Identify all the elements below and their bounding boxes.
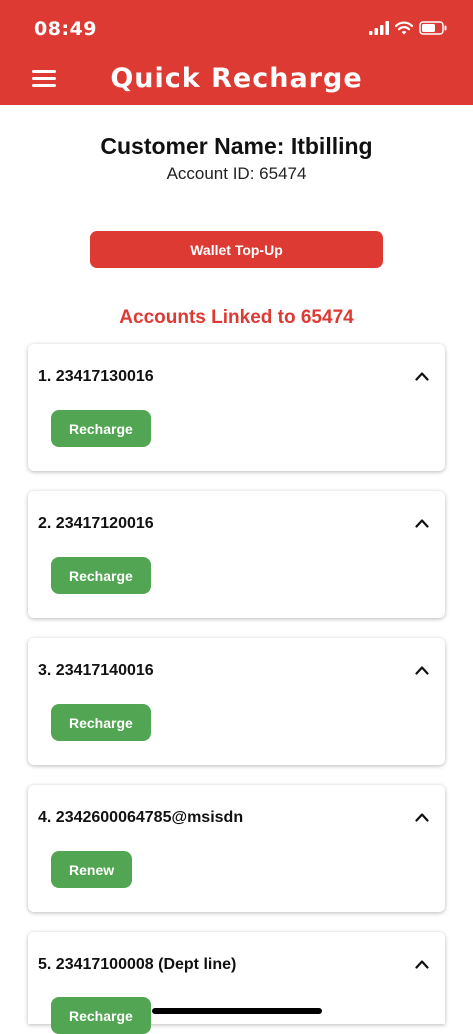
chevron-up-icon[interactable] <box>415 371 429 381</box>
account-card: 2. 23417120016 Recharge <box>28 491 445 618</box>
cellular-signal-icon <box>369 21 389 35</box>
recharge-button[interactable]: Recharge <box>51 557 151 594</box>
account-card: 1. 23417130016 Recharge <box>28 344 445 471</box>
account-number: 3. 23417140016 <box>38 662 154 679</box>
account-card: 3. 23417140016 Recharge <box>28 638 445 765</box>
status-time: 08:49 <box>34 18 97 40</box>
page-title: Quick Recharge <box>110 63 363 94</box>
account-number: 1. 23417130016 <box>38 368 154 385</box>
customer-name: Customer Name: Itbilling <box>100 133 373 159</box>
recharge-button[interactable]: Recharge <box>51 997 151 1034</box>
account-number: 2. 23417120016 <box>38 515 154 532</box>
chevron-up-icon[interactable] <box>415 518 429 528</box>
status-icons <box>369 20 447 36</box>
recharge-button[interactable]: Recharge <box>51 410 151 447</box>
battery-icon <box>419 21 447 35</box>
recharge-button[interactable]: Recharge <box>51 704 151 741</box>
account-card: 4. 2342600064785@msisdn Renew <box>28 785 445 912</box>
account-number: 4. 2342600064785@msisdn <box>38 809 244 826</box>
renew-button[interactable]: Renew <box>51 851 133 888</box>
wifi-icon <box>395 21 413 35</box>
linked-accounts-title: Accounts Linked to 65474 <box>119 307 354 328</box>
account-number: 5. 23417100008 (Dept line) <box>38 956 237 973</box>
app-header: 08:49 Quick Recharge <box>0 0 473 105</box>
wallet-top-up-button[interactable]: Wallet Top-Up <box>90 231 383 268</box>
home-indicator[interactable] <box>152 1008 322 1014</box>
account-id: Account ID: 65474 <box>166 164 307 183</box>
chevron-up-icon[interactable] <box>415 665 429 675</box>
chevron-up-icon[interactable] <box>415 812 429 822</box>
chevron-up-icon[interactable] <box>415 959 429 969</box>
